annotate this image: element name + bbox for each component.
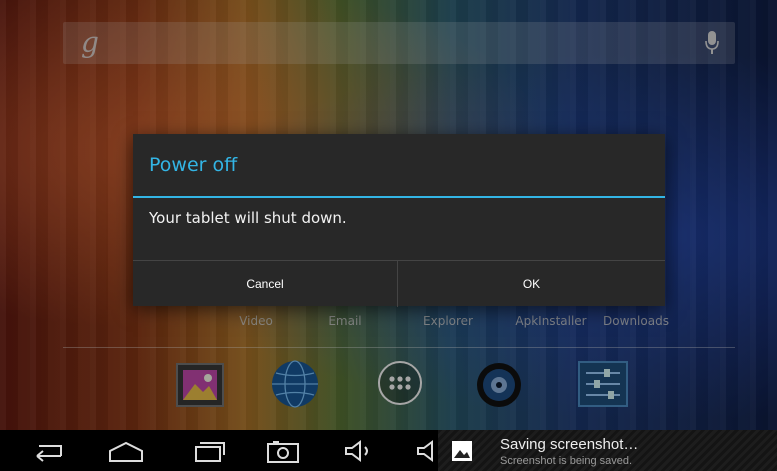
dialog-button-bar: Cancel OK xyxy=(133,260,665,307)
home-icon[interactable] xyxy=(106,437,146,465)
ok-button[interactable]: OK xyxy=(399,261,664,307)
image-icon xyxy=(452,441,472,461)
notification-subtitle: Screenshot is being saved. xyxy=(500,455,633,467)
cancel-button[interactable]: Cancel xyxy=(133,261,398,307)
recent-apps-icon[interactable] xyxy=(188,437,228,465)
screenshot-notification[interactable]: Saving screenshot… Screenshot is being s… xyxy=(438,430,777,471)
notification-title: Saving screenshot… xyxy=(500,436,639,453)
screenshot-icon[interactable] xyxy=(263,437,303,465)
volume-icon[interactable] xyxy=(340,437,380,465)
dialog-message: Your tablet will shut down. xyxy=(149,209,347,227)
back-icon[interactable] xyxy=(27,437,67,465)
dialog-title: Power off xyxy=(149,154,238,176)
volume-down-icon[interactable] xyxy=(414,437,438,465)
power-off-dialog: Power off Your tablet will shut down. Ca… xyxy=(133,134,665,307)
dialog-title-divider xyxy=(133,196,665,198)
